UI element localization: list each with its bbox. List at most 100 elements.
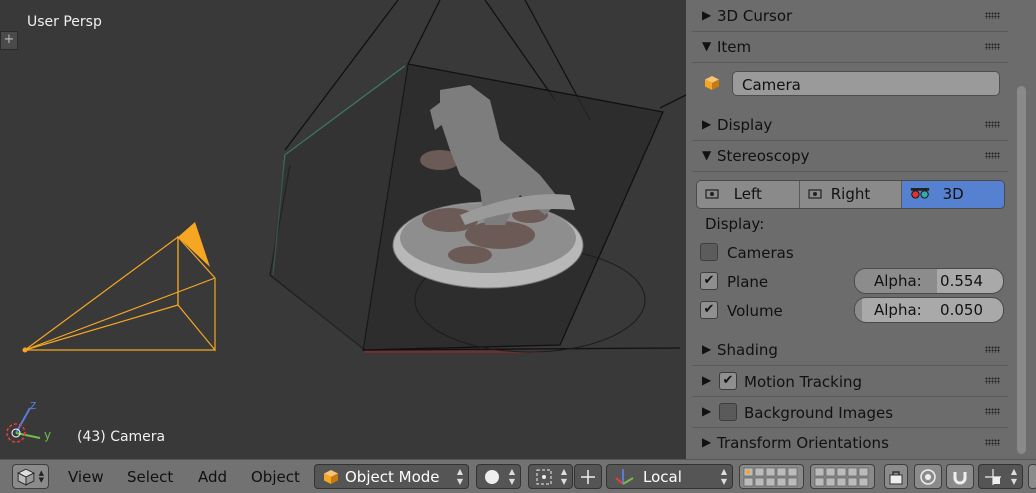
layers-icon [814, 467, 869, 487]
stereo-3d-button[interactable]: 3D [902, 181, 1004, 208]
active-object-label: (43) Camera [77, 429, 166, 445]
plane-checkbox[interactable]: ✔ [700, 272, 718, 290]
section-background-images[interactable]: ▶ Background Images [692, 398, 1008, 428]
section-item[interactable]: ▼ Item [692, 33, 1008, 63]
camera-icon [808, 189, 822, 199]
panel-scrollbar[interactable] [1017, 86, 1026, 454]
lock-icon [889, 471, 903, 485]
section-title: Stereoscopy [717, 147, 810, 165]
drag-grip-icon[interactable] [985, 121, 1000, 128]
3d-viewport[interactable]: User Persp + z y (43) Camera [0, 0, 686, 459]
magnet-icon [953, 472, 967, 485]
cameras-label: Cameras [727, 244, 794, 262]
view-title: User Persp [27, 14, 102, 30]
dropdown-arrows-icon: ▲ ▼ [508, 467, 515, 486]
section-transform-orientations[interactable]: ▶ Transform Orientations [692, 429, 1008, 458]
plane-alpha-value: 0.554 [940, 272, 983, 290]
dropdown-arrows-icon: ▲ ▼ [456, 467, 463, 486]
section-title: Display [717, 116, 773, 134]
menu-object[interactable]: Object [251, 468, 300, 486]
display-label: Display: [705, 215, 765, 233]
section-title: Motion Tracking [744, 373, 863, 391]
layers-grid-1[interactable] [739, 464, 804, 489]
sphere-shading-icon [485, 470, 499, 484]
manipulator-toggle[interactable] [574, 464, 602, 489]
drag-grip-icon[interactable] [985, 377, 1000, 384]
stereo-left-label: Left [733, 185, 762, 203]
expand-arrow-icon: ▶ [702, 342, 712, 356]
dropdown-arrows-icon: ▲ ▼ [560, 467, 567, 486]
proportional-edit-icon [920, 469, 936, 485]
section-stereoscopy[interactable]: ▼ Stereoscopy [692, 142, 1008, 172]
alpha-label: Alpha: [874, 272, 922, 290]
stereo-right-button[interactable]: Right [799, 181, 903, 208]
transform-arrows-icon [581, 470, 595, 484]
object-name-field[interactable]: Camera [732, 71, 1000, 96]
stereo-eye-selector: Left Right 3D [696, 180, 1005, 209]
drag-grip-icon[interactable] [985, 439, 1000, 446]
section-shading[interactable]: ▶ Shading [692, 336, 1008, 366]
stereo-left-button[interactable]: Left [697, 181, 800, 208]
snap-element-selector[interactable]: ▲ ▼ [978, 464, 1023, 489]
drag-grip-icon[interactable] [985, 12, 1000, 19]
drag-grip-icon[interactable] [985, 152, 1000, 159]
snap-icon [985, 469, 1001, 485]
mode-label: Object Mode [345, 468, 440, 486]
dropdown-arrows-icon: ▲ ▼ [720, 467, 727, 486]
plane-label: Plane [727, 273, 769, 291]
object-mode-icon [324, 470, 338, 484]
expand-arrow-icon: ▶ [702, 8, 712, 22]
cube-icon [705, 76, 719, 90]
layers-icon [743, 467, 798, 487]
expand-arrow-icon: ▶ [702, 435, 712, 449]
plane-alpha-slider[interactable]: Alpha: 0.554 [854, 268, 1004, 294]
camera-object[interactable] [24, 235, 216, 352]
section-3d-cursor[interactable]: ▶ 3D Cursor [692, 2, 1008, 32]
axis-y-label: y [44, 428, 51, 442]
camera-up-triangle [178, 222, 210, 267]
toolshelf-toggle[interactable]: + [0, 31, 18, 50]
alpha-label: Alpha: [874, 301, 922, 319]
menu-view[interactable]: View [68, 468, 104, 486]
menu-add[interactable]: Add [198, 468, 227, 486]
viewport-header: ▲ ▼ View Select Add Object Object Mode ▲ ▼… [0, 459, 1036, 493]
collapse-arrow-icon: ▼ [702, 148, 712, 162]
section-title: Background Images [744, 404, 894, 422]
proportional-edit-button[interactable] [914, 464, 942, 489]
volume-checkbox[interactable]: ✔ [700, 301, 718, 319]
cameras-checkbox[interactable] [700, 243, 718, 261]
transform-orientation-selector[interactable]: Local ▲ ▼ [606, 464, 733, 489]
stereo-right-label: Right [830, 185, 871, 203]
motion-tracking-checkbox[interactable]: ✔ [719, 372, 737, 390]
axis-gizmo-icon: z y [6, 398, 51, 443]
snap-toggle-button[interactable] [946, 464, 974, 489]
section-title: Shading [717, 341, 778, 359]
drag-grip-icon[interactable] [985, 408, 1000, 415]
pivot-point-selector[interactable]: ▲ ▼ [528, 464, 573, 489]
overflow-button[interactable] [1028, 464, 1036, 489]
cube-icon [17, 468, 35, 486]
layers-grid-2[interactable] [810, 464, 875, 489]
expand-arrow-icon: ▶ [702, 404, 712, 418]
collapse-arrow-icon: ▼ [702, 39, 712, 53]
volume-alpha-value: 0.050 [940, 301, 983, 319]
section-display[interactable]: ▶ Display [692, 111, 1008, 141]
section-title: Transform Orientations [717, 434, 889, 452]
background-images-checkbox[interactable] [719, 403, 737, 421]
lock-camera-button[interactable] [884, 464, 908, 489]
mode-selector[interactable]: Object Mode ▲ ▼ [314, 464, 469, 489]
section-title: 3D Cursor [717, 7, 793, 25]
section-motion-tracking[interactable]: ▶ ✔ Motion Tracking [692, 367, 1008, 397]
volume-alpha-slider[interactable]: Alpha: 0.050 [854, 297, 1004, 323]
dropdown-arrows-icon: ▲ ▼ [1010, 467, 1017, 486]
volume-label: Volume [727, 302, 783, 320]
editor-type-button[interactable]: ▲ ▼ [12, 464, 49, 489]
stereo-3d-icon [911, 188, 930, 199]
drag-grip-icon[interactable] [985, 43, 1000, 50]
menu-select[interactable]: Select [127, 468, 173, 486]
viewport-shading-selector[interactable]: ▲ ▼ [476, 464, 521, 489]
drag-grip-icon[interactable] [985, 346, 1000, 353]
properties-panel: ▶ 3D Cursor ▼ Item Camera ▶ Display ▼ St… [686, 0, 1036, 459]
dropdown-arrows-icon: ▲ ▼ [38, 469, 44, 484]
axis-z-label: z [30, 398, 36, 412]
